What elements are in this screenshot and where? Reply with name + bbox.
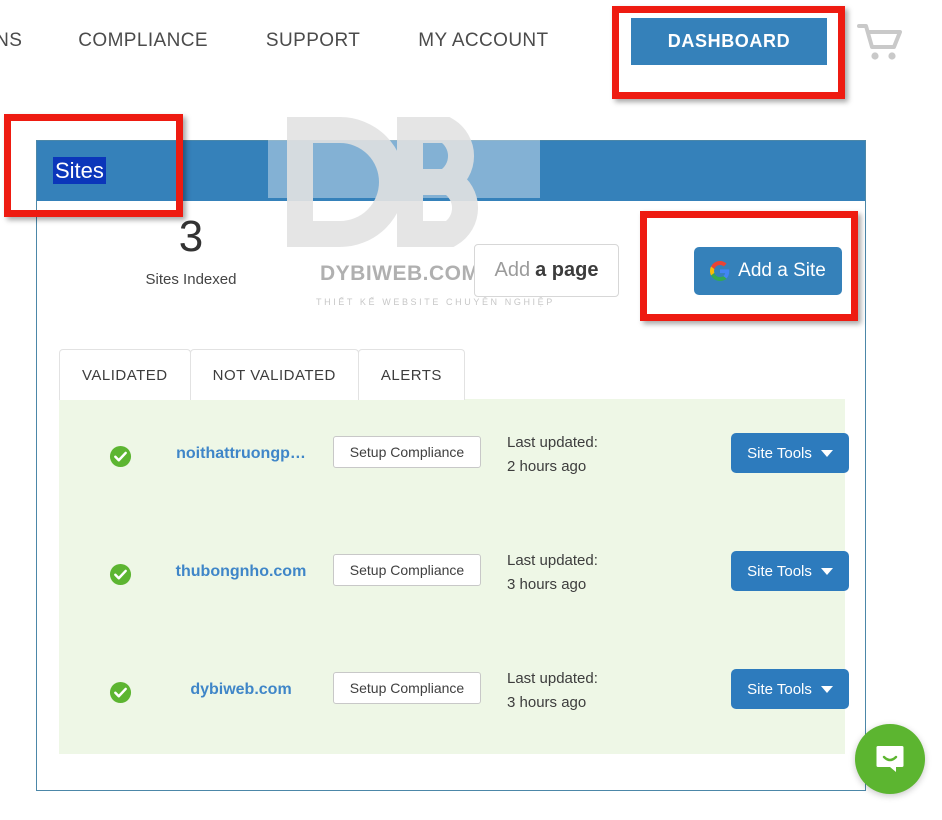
panel-header-bar: Sites: [37, 141, 865, 201]
site-list: noithattruongp… Setup Compliance Last up…: [59, 399, 849, 754]
site-tools-button[interactable]: Site Tools: [731, 669, 849, 709]
green-check-circle-icon: [109, 563, 132, 586]
last-updated-value: 2 hours ago: [507, 458, 587, 475]
tab-not-validated[interactable]: NOT VALIDATED: [189, 349, 359, 400]
chat-bubble-smile-icon: [873, 742, 907, 776]
site-tools-label: Site Tools: [747, 680, 812, 698]
sites-indexed-label: Sites Indexed: [145, 271, 237, 288]
last-updated-label: Last updated:: [507, 670, 598, 687]
setup-compliance-button[interactable]: Setup Compliance: [333, 554, 481, 586]
site-filter-tabs: VALIDATED NOT VALIDATED ALERTS: [59, 349, 465, 400]
site-tools-label: Site Tools: [747, 562, 812, 580]
add-a-site-label: Add a Site: [738, 260, 826, 281]
chevron-down-icon: [820, 685, 833, 693]
site-tools-label: Site Tools: [747, 444, 812, 462]
top-navigation-bar: VNS COMPLIANCE SUPPORT MY ACCOUNT DASHBO…: [0, 0, 942, 88]
table-row: noithattruongp… Setup Compliance Last up…: [59, 399, 849, 517]
add-a-page-label-light: Add: [494, 259, 531, 281]
nav-item-compliance[interactable]: COMPLIANCE: [78, 30, 208, 52]
site-name-link[interactable]: noithattruongp…: [151, 445, 331, 463]
last-updated-label: Last updated:: [507, 434, 598, 451]
setup-compliance-button[interactable]: Setup Compliance: [333, 436, 481, 468]
tab-validated[interactable]: VALIDATED: [59, 349, 191, 400]
shopping-cart-icon[interactable]: [857, 20, 905, 64]
page-title: Sites: [53, 157, 106, 185]
add-a-site-button[interactable]: Add a Site: [694, 247, 842, 295]
dashboard-button[interactable]: DASHBOARD: [631, 18, 827, 65]
chevron-down-icon: [820, 567, 833, 575]
add-a-page-label-bold: a page: [535, 259, 599, 281]
last-updated-text: Last updated: 2 hours ago: [507, 431, 598, 479]
chat-launcher-button[interactable]: [855, 724, 925, 794]
google-g-icon: [710, 261, 730, 281]
green-check-circle-icon: [109, 445, 132, 468]
nav-item-my-account[interactable]: MY ACCOUNT: [418, 30, 548, 52]
sites-indexed-count: 3: [178, 212, 204, 261]
site-name-link[interactable]: dybiweb.com: [151, 681, 331, 699]
site-tools-button[interactable]: Site Tools: [731, 551, 849, 591]
last-updated-text: Last updated: 3 hours ago: [507, 549, 598, 597]
last-updated-label: Last updated:: [507, 552, 598, 569]
last-updated-text: Last updated: 3 hours ago: [507, 667, 598, 715]
last-updated-value: 3 hours ago: [507, 694, 587, 711]
sites-indexed-stat: 3 Sites Indexed: [111, 212, 271, 289]
nav-item-support[interactable]: SUPPORT: [266, 30, 360, 52]
site-name-link[interactable]: thubongnho.com: [151, 563, 331, 581]
nav-items-list: VNS COMPLIANCE SUPPORT MY ACCOUNT: [0, 30, 549, 52]
table-row: dybiweb.com Setup Compliance Last update…: [59, 635, 849, 753]
table-row: thubongnho.com Setup Compliance Last upd…: [59, 517, 849, 635]
last-updated-value: 3 hours ago: [507, 576, 587, 593]
sites-dashboard-panel: Sites 3 Sites Indexed Add a page Add a S…: [36, 140, 866, 791]
green-check-circle-icon: [109, 681, 132, 704]
tab-alerts[interactable]: ALERTS: [357, 349, 465, 400]
nav-item-domains-clipped[interactable]: VNS: [0, 30, 22, 52]
add-a-page-button[interactable]: Add a page: [474, 244, 619, 297]
site-tools-button[interactable]: Site Tools: [731, 433, 849, 473]
chevron-down-icon: [820, 449, 833, 457]
setup-compliance-button[interactable]: Setup Compliance: [333, 672, 481, 704]
